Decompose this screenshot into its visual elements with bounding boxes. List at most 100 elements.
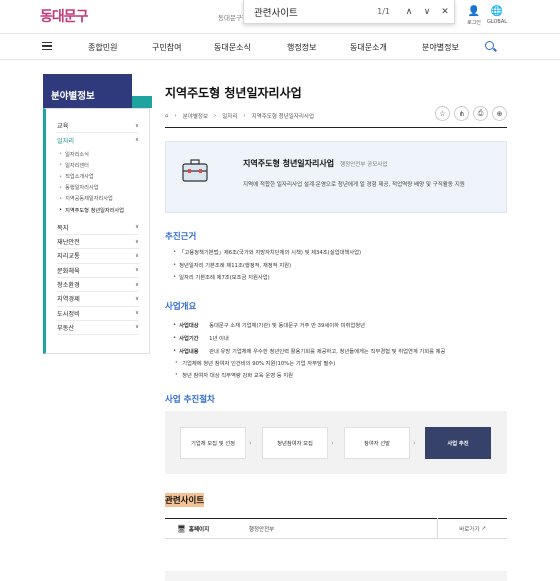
nav-item[interactable]: 동대문소개 — [350, 42, 387, 53]
submenu-item[interactable]: 동행일자리사업 — [59, 182, 139, 193]
arrow-right-icon: › — [249, 439, 252, 447]
sidebar-accent — [132, 96, 152, 108]
login-label: 로그인 — [467, 20, 481, 26]
page-title: 지역주도형 청년일자리사업 — [165, 86, 302, 100]
procedure-steps: 기업체 모집 및 선정 › 청년참여자 모집 › 참여자 선발 › 사업 추진 — [165, 411, 507, 474]
sidebar-item-label: 재난안전 — [57, 239, 80, 247]
overview-row: 사업기간 1년 이내 — [173, 331, 229, 344]
sidebar-item[interactable]: 교육 ∨ — [57, 119, 139, 134]
nav-item[interactable]: 분야별정보 — [422, 42, 459, 53]
submenu-item[interactable]: 지역공동체일자리사업 — [59, 193, 139, 204]
find-close-icon[interactable]: ✕ — [436, 7, 454, 17]
info-card: 지역주도형 청년일자리사업 행정안전부 공모사업 지역에 적합한 일자리사업 설계… — [165, 141, 507, 213]
list-item: 청년일자리 기본조례 제11조(행정적, 재정적 지원) — [173, 259, 361, 272]
related-sites-table: 🖥 홈페이지 행정안전부 바로가기 ↗ — [165, 518, 507, 539]
chevron-down-icon: ∨ — [134, 310, 139, 317]
nav-item[interactable]: 동대문소식 — [214, 42, 251, 53]
sidebar-item-label: 문화체육 — [57, 267, 80, 275]
feedback-box — [165, 571, 507, 581]
row-value: 1년 이내 — [209, 335, 229, 342]
breadcrumb: ⌂ › 분야별정보 › 일자리 › 지역주도형 청년일자리사업 — [165, 112, 315, 120]
find-prev-icon[interactable]: ∧ — [400, 7, 418, 17]
page-tools: ☆ ⋔ ⎙ ⊕ — [435, 106, 507, 121]
arrow-right-icon: › — [331, 439, 334, 447]
sidebar-item-label: 복지 — [57, 224, 69, 232]
sidebar-item-label: 교육 — [57, 123, 69, 131]
nav-item[interactable]: 구민참여 — [152, 42, 181, 53]
sidebar-item[interactable]: 복지 ∨ — [57, 221, 139, 236]
briefcase-icon — [182, 159, 208, 182]
sidebar-item-label: 일자리 — [57, 137, 75, 145]
monitor-icon: 🖥 — [177, 524, 186, 533]
breadcrumb-item[interactable]: 일자리 — [222, 112, 237, 120]
list-item: 일자리 기본조례 제7조(보조금 지원사업) — [173, 271, 361, 284]
chevron-down-icon: ∨ — [134, 238, 139, 245]
chevron-down-icon: ∨ — [134, 224, 139, 231]
main-nav: 종합민원 구민참여 동대문소식 행정정보 동대문소개 분야별정보 — [0, 34, 560, 60]
sidebar-item[interactable]: 재난안전 ∨ — [57, 235, 139, 250]
page: 관련사이트 1/1 ∧ ∨ ✕ 동대문구 동대문구청 👤 로그인 🌐 GLOBA… — [0, 0, 560, 581]
related-sites-heading: 관련사이트 — [165, 493, 205, 507]
sidebar-item-active[interactable]: 일자리 ∧ — [57, 133, 139, 147]
chevron-down-icon: ∨ — [134, 281, 139, 288]
find-next-icon[interactable]: ∨ — [418, 7, 436, 17]
sidebar-item[interactable]: 지역경제 ∨ — [57, 292, 139, 307]
nav-item[interactable]: 종합민원 — [88, 42, 117, 53]
info-title-text: 지역주도형 청년일자리사업 — [243, 159, 335, 168]
row-value: 관내 유망 기업체에 우수한 청년인력 활용기회를 제공하고, 청년들에게는 직… — [209, 348, 446, 355]
share-icon[interactable]: ⋔ — [454, 106, 469, 121]
sidebar-item[interactable]: 문화체육 ∨ — [57, 264, 139, 278]
section-heading: 추진근거 — [165, 232, 197, 242]
site-logo[interactable]: 동대문구 — [40, 6, 89, 26]
arrow-right-icon: › — [413, 439, 416, 447]
submenu-item[interactable]: 일자리소식 — [59, 149, 139, 160]
chevron-down-icon: ∨ — [134, 267, 139, 274]
chevron-down-icon: ∨ — [134, 252, 139, 259]
site-name: 행정안전부 — [248, 526, 275, 533]
global-label: GLOBAL — [486, 19, 508, 25]
submenu-item[interactable]: 직업소개사업 — [59, 171, 139, 182]
sidebar-item[interactable]: 부동산 ∨ — [57, 321, 139, 336]
submenu-item[interactable]: 일자리센터 — [59, 160, 139, 171]
chevron-down-icon: ∨ — [134, 122, 139, 129]
breadcrumb-item-current: 지역주도형 청년일자리사업 — [251, 114, 315, 120]
zoom-icon[interactable]: ⊕ — [492, 106, 507, 121]
sidebar-submenu: 일자리소식 일자리센터 직업소개사업 동행일자리사업 지역공동체일자리사업 지역… — [57, 148, 139, 221]
breadcrumb-item[interactable]: 분야별정보 — [183, 112, 208, 120]
chevron-down-icon: ∨ — [134, 324, 139, 331]
star-icon[interactable]: ☆ — [435, 106, 450, 121]
overview-row: 사업대상 동대문구 소재 기업체(기관) 및 동대문구 거주 만 39세이하 미취… — [173, 318, 365, 331]
section-heading: 사업개요 — [165, 302, 197, 312]
info-description: 지역에 적합한 일자리사업 설계·운영으로 청년에게 일 경험 제공, 적업역량… — [243, 182, 465, 188]
sidebar-menu: 교육 ∨ 일자리 ∧ 일자리소식 일자리센터 직업소개사업 동행일자리사업 지역공동… — [43, 108, 150, 354]
sidebar-item[interactable]: 도시정비 ∨ — [57, 307, 139, 321]
search-icon[interactable] — [485, 41, 494, 50]
section-heading: 사업 추진절차 — [165, 395, 215, 405]
home-icon[interactable]: ⌂ — [165, 113, 169, 119]
sidebar-item-label: 지리교통 — [57, 253, 80, 261]
goto-link[interactable]: 바로가기 ↗ — [437, 518, 507, 539]
external-link-icon: ↗ — [481, 525, 486, 532]
submenu-item-current[interactable]: 지역주도형 청년일자리사업 — [59, 205, 139, 216]
basis-list: 「고용정책기본법」제6조(국가와 지방자치단체의 시책) 및 제34조(실업대책… — [173, 246, 361, 284]
menu-icon[interactable] — [42, 42, 52, 50]
overview-subitem: 청년 참여자 대상 직무역량 강화 교육 운영 등 지원 — [175, 368, 293, 381]
info-title: 지역주도형 청년일자리사업 행정안전부 공모사업 — [243, 158, 387, 169]
find-input[interactable]: 관련사이트 — [244, 5, 377, 19]
step-box: 기업체 모집 및 선정 — [180, 427, 246, 459]
title-divider — [165, 127, 507, 128]
chevron-up-icon: ∧ — [134, 137, 139, 144]
step-box: 참여자 선발 — [344, 427, 410, 459]
row-label: 사업기간 — [179, 335, 199, 342]
sidebar-item[interactable]: 청소환경 ∨ — [57, 278, 139, 293]
info-org: 행정안전부 공모사업 — [340, 162, 388, 168]
sidebar-item-label: 도시정비 — [57, 310, 80, 318]
nav-item[interactable]: 행정정보 — [287, 42, 316, 53]
print-icon[interactable]: ⎙ — [473, 106, 488, 121]
sidebar-item-label: 청소환경 — [57, 282, 80, 290]
global-button[interactable]: 🌐 GLOBAL — [483, 6, 511, 25]
main-content: 지역주도형 청년일자리사업 ⌂ › 분야별정보 › 일자리 › 지역주도형 청년… — [165, 84, 507, 581]
row-label: 사업내용 — [179, 348, 199, 355]
sidebar-item[interactable]: 지리교통 ∨ — [57, 249, 139, 264]
sidebar-item-label: 지역경제 — [57, 296, 80, 304]
